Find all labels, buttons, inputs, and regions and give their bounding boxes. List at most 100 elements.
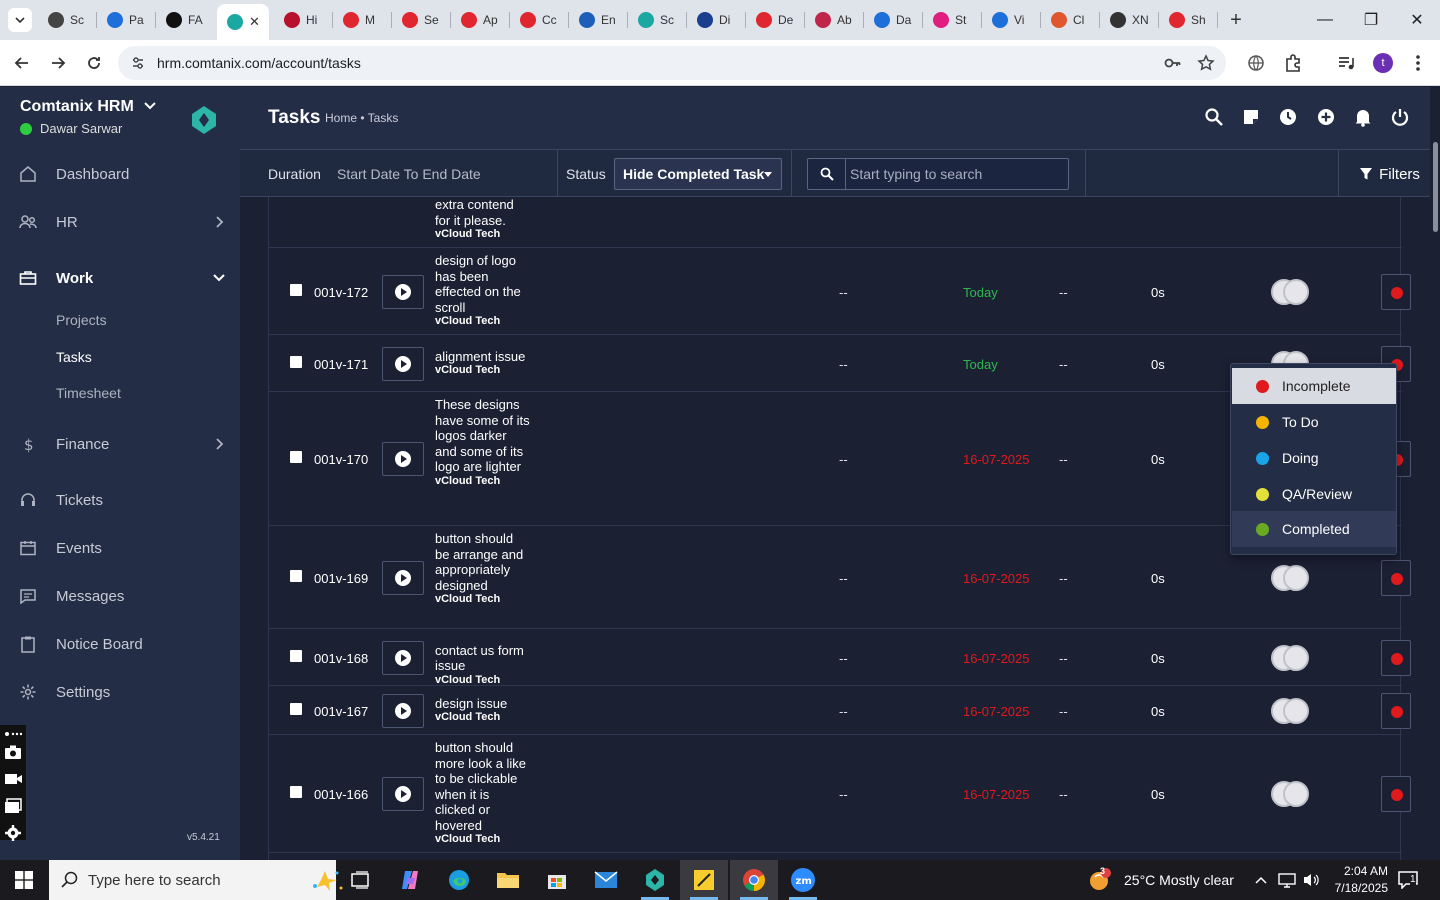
table-row[interactable]: 001v-172 design of logo has been effected… [269, 248, 1411, 335]
browser-tab[interactable]: ✕ [217, 4, 269, 40]
more-menu-icon[interactable] [1408, 53, 1428, 73]
start-timer-button[interactable] [382, 560, 424, 595]
edge-app[interactable] [435, 860, 483, 900]
browser-tab[interactable]: Sc [38, 6, 96, 34]
row-checkbox[interactable] [290, 283, 302, 296]
table-row[interactable]: 001v-168 contact us form issue vCloud Tech… [269, 629, 1411, 687]
power-icon[interactable] [1390, 107, 1410, 127]
browser-tab[interactable]: Cl [1041, 6, 1099, 34]
site-info-icon[interactable] [130, 55, 146, 71]
filters-button[interactable]: Filters [1338, 150, 1440, 198]
search-button[interactable] [808, 159, 846, 189]
task-status-button[interactable] [1381, 559, 1411, 596]
add-circle-icon[interactable] [1316, 107, 1336, 127]
task-id[interactable]: 001v-167 [314, 704, 368, 719]
task-name[interactable]: These designs have some of its logos dar… [435, 397, 531, 488]
row-checkbox[interactable] [290, 786, 302, 798]
task-view-button[interactable] [336, 860, 384, 900]
table-row[interactable]: 001v-167 design issue vCloud Tech -- 16-07-2… [269, 686, 1411, 735]
browser-tab[interactable]: Pa [97, 6, 155, 34]
task-id[interactable]: 001v-166 [314, 787, 368, 802]
extensions-puzzle-icon[interactable] [1283, 53, 1303, 73]
task-name[interactable]: contact us form issue vCloud Tech [435, 643, 531, 687]
volume-control[interactable] [1302, 860, 1320, 900]
browser-tab[interactable]: Sc [628, 6, 686, 34]
sidebar-item-messages[interactable]: Messages [0, 576, 240, 616]
tab-search-button[interactable] [8, 8, 32, 32]
browser-tab[interactable]: Da [864, 6, 922, 34]
breadcrumb[interactable]: Home • Tasks [325, 111, 398, 125]
task-name[interactable]: alignment issue vCloud Tech [435, 349, 531, 378]
task-status-button[interactable] [1381, 692, 1411, 729]
back-button[interactable] [10, 51, 34, 75]
browser-tab[interactable]: En [569, 6, 627, 34]
task-id[interactable]: 001v-172 [314, 285, 368, 300]
sidebar-subitem-tasks[interactable]: Tasks [56, 349, 92, 365]
minimize-button[interactable]: — [1302, 0, 1348, 40]
network-status[interactable] [1278, 860, 1296, 900]
browser-tab[interactable]: Hi [274, 6, 332, 34]
start-timer-button[interactable] [382, 693, 424, 728]
start-timer-button[interactable] [382, 274, 424, 309]
task-id[interactable]: 001v-168 [314, 651, 368, 666]
profile-avatar[interactable]: t [1373, 53, 1393, 73]
task-status-button[interactable] [1381, 273, 1411, 310]
sticky-notes-app[interactable] [680, 860, 728, 900]
browser-tab[interactable]: St [923, 6, 981, 34]
status-option-qa-review[interactable]: QA/Review [1232, 476, 1396, 512]
close-tab-icon[interactable]: ✕ [249, 14, 260, 30]
row-checkbox[interactable] [290, 355, 302, 368]
bell-icon[interactable] [1353, 107, 1373, 127]
camera-icon[interactable] [4, 744, 22, 760]
taskbar-search[interactable]: Type here to search [49, 860, 343, 900]
browser-tab[interactable]: Vi [982, 6, 1040, 34]
sidebar-subitem-projects[interactable]: Projects [56, 312, 107, 328]
browser-tab[interactable]: Ab [805, 6, 863, 34]
bookmark-star-icon[interactable] [1197, 54, 1215, 72]
search-icon[interactable] [1204, 107, 1224, 127]
sidebar-item-finance[interactable]: $ Finance [0, 424, 240, 464]
notification-center[interactable]: 1 [1398, 860, 1418, 900]
browser-tab[interactable]: Cc [510, 6, 568, 34]
sticky-note-icon[interactable] [1241, 107, 1261, 127]
browser-tab[interactable]: Di [687, 6, 745, 34]
assignee-avatars[interactable] [1271, 278, 1311, 305]
browser-tab[interactable]: XN [1100, 6, 1158, 34]
sidebar-subitem-timesheet[interactable]: Timesheet [56, 385, 121, 401]
video-icon[interactable] [4, 771, 22, 787]
omnibox[interactable]: hrm.comtanix.com/account/tasks [118, 46, 1226, 80]
browser-tab[interactable]: Ap [451, 6, 509, 34]
task-status-button[interactable] [1381, 776, 1411, 812]
scrollbar-thumb[interactable] [1433, 142, 1438, 232]
table-row[interactable]: 001v-166 button should more look a like t… [269, 735, 1411, 853]
duration-picker[interactable]: Start Date To End Date [337, 166, 481, 182]
task-name[interactable]: design issue vCloud Tech [435, 696, 531, 725]
forward-button[interactable] [46, 51, 70, 75]
task-id[interactable]: 001v-170 [314, 452, 368, 467]
copilot-app[interactable] [386, 860, 434, 900]
start-timer-button[interactable] [382, 442, 424, 476]
weather-widget[interactable]: 3 25°C Mostly clear [1086, 860, 1234, 900]
file-explorer-app[interactable] [484, 860, 532, 900]
row-checkbox[interactable] [290, 649, 302, 662]
task-name[interactable]: button should be arrange and appropriate… [435, 531, 531, 606]
status-option-incomplete[interactable]: Incomplete [1232, 368, 1396, 404]
start-timer-button[interactable] [382, 777, 424, 811]
store-app[interactable] [533, 860, 581, 900]
browser-tab[interactable]: M [333, 6, 391, 34]
zoom-app[interactable]: zm [779, 860, 827, 900]
task-status-button[interactable] [1381, 639, 1411, 676]
table-row-partial[interactable]: extra contend for it please. vCloud Tech [269, 197, 1402, 248]
sidebar-item-notice-board[interactable]: Notice Board [0, 624, 240, 664]
status-filter-select[interactable]: Hide Completed Task [614, 158, 782, 190]
app-logo-icon[interactable] [188, 104, 220, 136]
clock-icon[interactable] [1278, 107, 1298, 127]
mail-app[interactable] [582, 860, 630, 900]
translate-icon[interactable] [1246, 53, 1266, 73]
row-checkbox[interactable] [290, 569, 302, 582]
media-control-icon[interactable] [1336, 53, 1356, 73]
task-name[interactable]: button should more look a like to be cli… [435, 740, 531, 846]
assignee-avatars[interactable] [1271, 697, 1311, 724]
assignee-avatars[interactable] [1271, 564, 1311, 591]
hrm-app[interactable] [631, 860, 679, 900]
